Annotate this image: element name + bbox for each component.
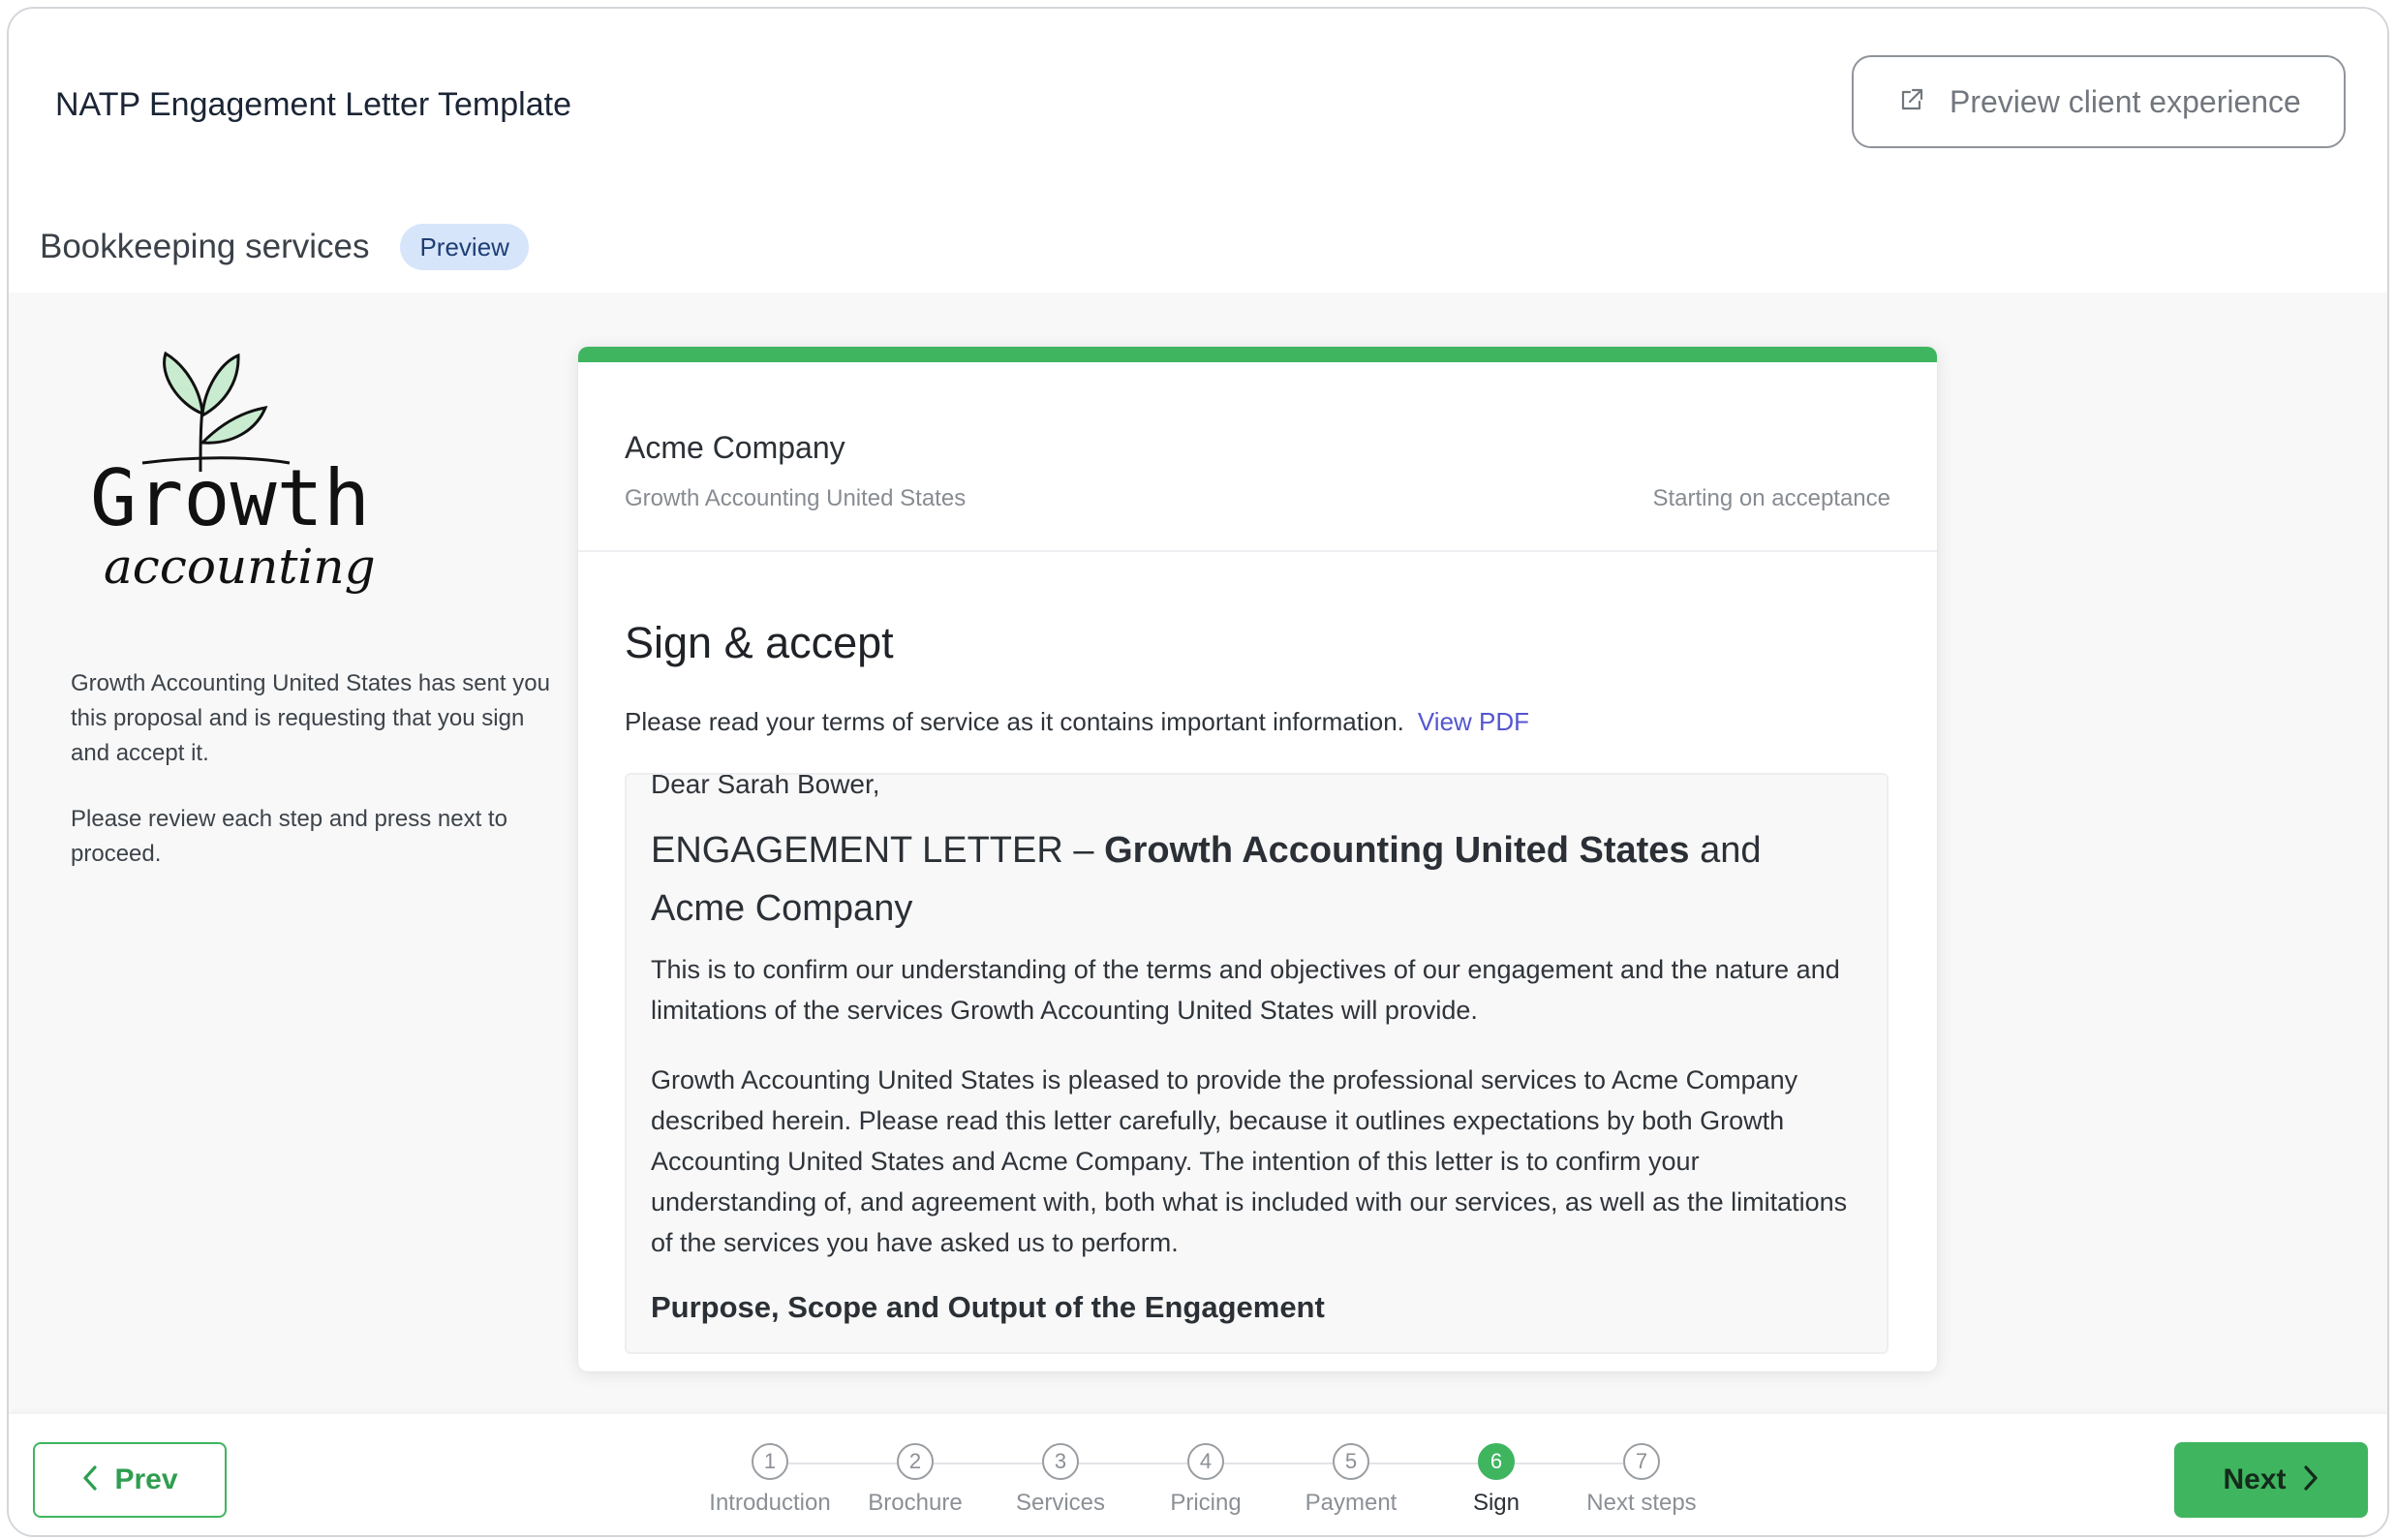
step-number: 4 [1187, 1443, 1224, 1480]
proposal-name: Bookkeeping services [40, 228, 370, 265]
footer-nav: Prev 1 Introduction 2 Brochure 3 Service… [9, 1414, 2387, 1535]
letter-body: Dear Sarah Bower, ENGAGEMENT LETTER – Gr… [651, 773, 1861, 1325]
step-brochure[interactable]: 2 Brochure [843, 1443, 988, 1517]
step-pricing[interactable]: 4 Pricing [1133, 1443, 1278, 1517]
step-label: Brochure [868, 1490, 963, 1516]
step-label: Next steps [1586, 1490, 1697, 1516]
start-date: Starting on acceptance [1652, 485, 1891, 511]
page-title: NATP Engagement Letter Template [55, 86, 571, 123]
firm-name: Growth Accounting United States [625, 485, 967, 511]
client-company: Acme Company [625, 430, 845, 465]
card-accent-bar [578, 347, 1937, 362]
step-label: Pricing [1170, 1490, 1242, 1516]
letter-paragraph: Growth Accounting United States is pleas… [651, 1065, 1848, 1257]
letter-heading: ENGAGEMENT LETTER – Growth Accounting Un… [651, 821, 1861, 938]
step-number: 3 [1042, 1443, 1079, 1480]
instruction-text: Please read your terms of service as it … [625, 707, 1529, 737]
step-label: Introduction [709, 1490, 831, 1516]
view-pdf-link[interactable]: View PDF [1418, 707, 1529, 736]
prev-button-label: Prev [114, 1463, 178, 1495]
status-badge: Preview [400, 224, 529, 270]
step-introduction[interactable]: 1 Introduction [697, 1443, 843, 1517]
step-label: Services [1015, 1490, 1106, 1516]
next-button[interactable]: Next [2174, 1442, 2368, 1518]
step-services[interactable]: 3 Services [988, 1443, 1133, 1517]
growth-accounting-logo: Growth accounting [77, 346, 445, 636]
subtitle-row: Bookkeeping services Preview [40, 224, 529, 270]
letter-heading-firm: Growth Accounting United States [1104, 830, 1690, 871]
step-number: 7 [1623, 1443, 1660, 1480]
engagement-letter-scroll[interactable]: Dear Sarah Bower, ENGAGEMENT LETTER – Gr… [625, 773, 1889, 1354]
proposal-card: Acme Company Growth Accounting United St… [578, 347, 1937, 1371]
step-sign[interactable]: 6 Sign [1424, 1443, 1569, 1517]
app-window: NATP Engagement Letter Template Preview … [7, 7, 2389, 1537]
letter-heading-prefix: ENGAGEMENT LETTER – [651, 830, 1105, 871]
logo-wordmark: Growth [90, 453, 370, 543]
prev-button[interactable]: Prev [33, 1442, 227, 1518]
card-header: Acme Company Growth Accounting United St… [578, 362, 1937, 552]
logo-script: accounting [104, 539, 376, 595]
step-number: 6 [1478, 1443, 1515, 1480]
step-number: 5 [1333, 1443, 1369, 1480]
step-label: Payment [1305, 1490, 1398, 1516]
header: NATP Engagement Letter Template Preview … [9, 9, 2387, 299]
letter-greeting: Dear Sarah Bower, [651, 773, 880, 799]
instruction-label: Please read your terms of service as it … [625, 707, 1404, 736]
section-title: Sign & accept [625, 618, 894, 667]
next-button-label: Next [2223, 1463, 2287, 1495]
chevron-left-icon [81, 1464, 99, 1496]
step-label: Sign [1472, 1490, 1521, 1516]
step-payment[interactable]: 5 Payment [1278, 1443, 1424, 1517]
step-indicator: 1 Introduction 2 Brochure 3 Services 4 P… [687, 1443, 1733, 1530]
sidebar-message-instruction: Please review each step and press next t… [71, 806, 507, 867]
main-content: Growth accounting Growth Accounting Unit… [9, 293, 2387, 1414]
preview-client-experience-button[interactable]: Preview client experience [1852, 55, 2346, 148]
preview-button-label: Preview client experience [1950, 83, 2301, 119]
external-link-icon [1897, 85, 1926, 119]
step-number: 2 [897, 1443, 934, 1480]
sidebar-message: Growth Accounting United States has sent… [71, 666, 555, 903]
chevron-right-icon [2302, 1464, 2319, 1496]
step-next-steps[interactable]: 7 Next steps [1569, 1443, 1714, 1517]
letter-section-heading: Purpose, Scope and Output of the Engagem… [651, 1290, 1325, 1324]
letter-paragraph: This is to confirm our understanding of … [651, 955, 1840, 1025]
step-number: 1 [752, 1443, 788, 1480]
sidebar-message-request: Growth Accounting United States has sent… [71, 670, 550, 766]
